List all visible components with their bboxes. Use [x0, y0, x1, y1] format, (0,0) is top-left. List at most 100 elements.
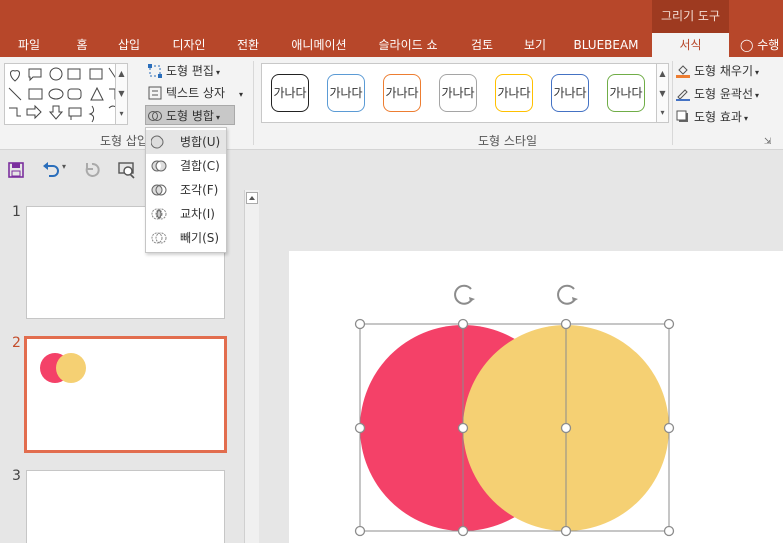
resize-handle [457, 525, 469, 537]
rectangle-shape-icon [28, 88, 43, 100]
tab-design[interactable]: 디자인 [164, 33, 214, 57]
tab-home[interactable]: 홈 [68, 33, 96, 57]
union-icon [151, 135, 164, 149]
shape-outline-label: 도형 윤곽선 [694, 87, 754, 101]
gallery-scroll-up-icon[interactable]: ▲ [115, 64, 127, 84]
ribbon-body: ▲ ▼ ▾ 도형 편집 ▾ 텍스트 상자 ▾ 도형 병합 ▾ 도형 삽입 가나다 가나… [0, 57, 783, 150]
dialog-launcher-icon[interactable]: ⇲ [764, 137, 772, 147]
textbox-shape-icon [67, 68, 81, 80]
menu-item-intersect[interactable]: 교차(I) [146, 202, 226, 226]
resize-handle [663, 525, 675, 537]
swatch-text: 가나다 [441, 86, 475, 100]
gallery-more-icon[interactable]: ▾ [115, 104, 127, 124]
slide-number: 1 [12, 204, 21, 220]
style-swatch-1[interactable]: 가나다 [271, 74, 309, 112]
menu-item-label: 빼기(S) [180, 231, 220, 245]
presentation-icon[interactable] [118, 161, 136, 179]
chevron-down-icon: ▾ [743, 114, 748, 123]
style-scroll-up-icon[interactable]: ▲ [656, 64, 668, 84]
menu-item-fragment[interactable]: 조각(F) [146, 178, 226, 202]
rounded-rect-shape-icon [67, 88, 82, 100]
rotate-handle-icon [557, 284, 576, 305]
group-separator [253, 61, 254, 145]
tab-view[interactable]: 보기 [515, 33, 555, 57]
style-swatch-2[interactable]: 가나다 [327, 74, 365, 112]
gallery-scroll-down-icon[interactable]: ▼ [115, 84, 127, 104]
triangle-shape-icon [90, 86, 104, 101]
swatch-text: 가나다 [273, 86, 307, 100]
tab-format[interactable]: 서식 [652, 33, 729, 57]
tab-slideshow[interactable]: 슬라이드 쇼 [370, 33, 446, 57]
combine-icon [151, 160, 167, 172]
tab-transitions[interactable]: 전환 [228, 33, 268, 57]
tab-tell-me[interactable]: ◯ 수행 [740, 33, 783, 57]
text-box-label: 텍스트 상자 [166, 86, 226, 100]
text-box-button[interactable]: 텍스트 상자 ▾ [148, 83, 243, 103]
pen-icon [676, 87, 690, 101]
smiley-shape-icon [49, 67, 63, 81]
current-slide[interactable] [289, 251, 783, 543]
slide-shapes [354, 284, 675, 537]
redo-icon[interactable] [84, 162, 100, 178]
shape-effects-label: 도형 효과 [694, 110, 742, 124]
slide-number: 2 [12, 335, 21, 351]
style-scroll-down-icon[interactable]: ▼ [656, 84, 668, 104]
thumbnail-scrollbar[interactable] [244, 190, 259, 543]
style-swatch-7[interactable]: 가나다 [607, 74, 645, 112]
arrow-line-shape-icon [8, 87, 22, 101]
context-group-drawing-tools: 그리기 도구 [652, 0, 729, 33]
menu-item-label: 교차(I) [180, 207, 215, 221]
undo-dropdown-icon[interactable]: ▾ [62, 162, 66, 171]
shape-fill-button[interactable]: 도형 채우기 ▾ [676, 61, 759, 81]
shape-fill-label: 도형 채우기 [694, 64, 754, 78]
style-more-icon[interactable]: ▾ [656, 104, 668, 122]
callout-shape-icon [28, 68, 42, 82]
resize-handle [560, 422, 572, 434]
swatch-text: 가나다 [609, 86, 643, 100]
tab-insert[interactable]: 삽입 [110, 33, 148, 57]
menu-item-subtract[interactable]: 빼기(S) [146, 226, 226, 250]
menu-item-label: 결합(C) [180, 159, 220, 173]
tab-review[interactable]: 검토 [462, 33, 502, 57]
slide-thumbnail-3[interactable] [26, 470, 225, 543]
edit-shape-button[interactable]: 도형 편집 ▾ [148, 61, 220, 81]
swatch-text: 가나다 [385, 86, 419, 100]
style-swatch-3[interactable]: 가나다 [383, 74, 421, 112]
paint-bucket-icon [676, 64, 690, 78]
style-swatch-5[interactable]: 가나다 [495, 74, 533, 112]
shape-style-gallery[interactable]: 가나다 가나다 가나다 가나다 가나다 가나다 가나다 ▲ ▼ ▾ [261, 63, 669, 123]
resize-handle [663, 318, 675, 330]
slide-editing-canvas[interactable] [260, 188, 783, 543]
menu-item-combine[interactable]: 결합(C) [146, 154, 226, 178]
intersect-icon [151, 208, 167, 220]
shapes-gallery[interactable]: ▲ ▼ ▾ [4, 63, 128, 125]
heart-shape-icon [10, 70, 20, 82]
chevron-down-icon: ▾ [215, 113, 220, 122]
fragment-icon [151, 184, 167, 196]
swatch-text: 가나다 [329, 86, 363, 100]
merge-shapes-menu: 병합(U) 결합(C) 조각(F) 교차(I) 빼기(S) [145, 127, 227, 253]
slide-thumbnail-2[interactable] [24, 336, 227, 453]
merge-shapes-icon [148, 109, 162, 123]
swatch-text: 가나다 [497, 86, 531, 100]
shape-outline-button[interactable]: 도형 윤곽선 ▾ [676, 84, 759, 104]
lightbulb-icon: ◯ [740, 38, 754, 52]
merge-shapes-button[interactable]: 도형 병합 ▾ [145, 105, 235, 125]
tab-animations[interactable]: 애니메이션 [282, 33, 356, 57]
menu-item-union[interactable]: 병합(U) [146, 130, 226, 154]
scroll-up-icon[interactable] [246, 192, 258, 204]
style-swatch-6[interactable]: 가나다 [551, 74, 589, 112]
style-swatch-4[interactable]: 가나다 [439, 74, 477, 112]
undo-icon[interactable] [42, 162, 60, 178]
save-icon[interactable] [8, 162, 24, 178]
rotate-handle-icon [454, 284, 473, 305]
tab-bluebeam[interactable]: BLUEBEAM [570, 33, 642, 57]
tab-file[interactable]: 파일 [8, 33, 50, 57]
ribbon-tab-bar: 그리기 도구 파일 홈 삽입 디자인 전환 애니메이션 슬라이드 쇼 검토 보기… [0, 0, 783, 57]
shape-effects-icon [676, 110, 690, 124]
swatch-text: 가나다 [553, 86, 587, 100]
down-arrow-shape-icon [48, 105, 64, 120]
shape-effects-button[interactable]: 도형 효과 ▾ [676, 107, 748, 127]
freeform-shape-icon [88, 105, 95, 123]
resize-handle [354, 525, 366, 537]
